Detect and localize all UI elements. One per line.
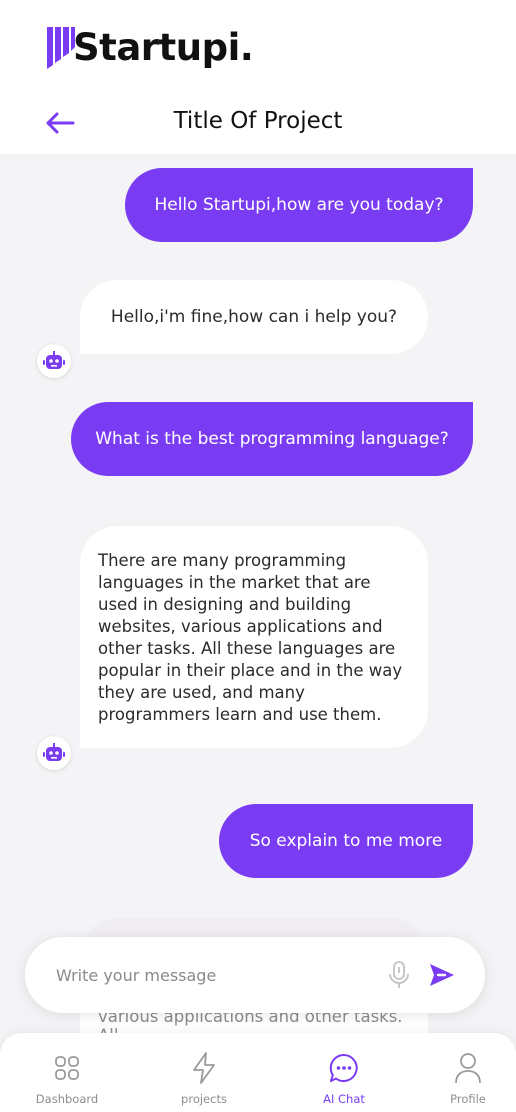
bot-avatar	[37, 736, 71, 770]
logo-mark-icon	[47, 27, 75, 69]
microphone-button[interactable]	[385, 960, 413, 990]
bottom-tab-bar: Dashboard projects AI Chat Profile	[0, 1033, 516, 1112]
bot-message: There are many programming languages in …	[80, 526, 428, 748]
tab-label: Profile	[450, 1092, 486, 1106]
chat-thread[interactable]: Hello Startupi,how are you today? Hello,…	[0, 154, 516, 1034]
tab-dashboard[interactable]: Dashboard	[17, 1033, 117, 1112]
top-bar: Startupi. Title Of Project	[0, 0, 516, 154]
bot-message: Hello,i'm fine,how can i help you?	[80, 280, 428, 354]
robot-icon	[43, 351, 65, 369]
user-message: What is the best programming language?	[71, 402, 473, 476]
message-composer	[25, 937, 485, 1013]
send-button[interactable]	[427, 960, 457, 990]
grid-icon	[54, 1051, 80, 1085]
tab-label: projects	[181, 1092, 227, 1106]
chat-bubble-icon	[329, 1051, 359, 1085]
lightning-icon	[191, 1051, 217, 1085]
user-message: So explain to me more	[219, 804, 473, 878]
tab-ai-chat[interactable]: AI Chat	[294, 1033, 394, 1112]
brand-logo: Startupi.	[47, 24, 254, 70]
tab-profile[interactable]: Profile	[418, 1033, 516, 1112]
brand-name: Startupi.	[73, 25, 254, 69]
tab-label: Dashboard	[35, 1092, 99, 1106]
send-icon	[430, 964, 454, 986]
user-icon	[454, 1051, 482, 1085]
user-message: Hello Startupi,how are you today?	[125, 168, 473, 242]
tab-projects[interactable]: projects	[154, 1033, 254, 1112]
bot-avatar	[37, 344, 71, 378]
robot-icon	[43, 743, 65, 761]
page-title: Title Of Project	[173, 108, 343, 134]
message-input[interactable]	[56, 965, 385, 985]
microphone-icon	[389, 961, 409, 988]
tab-label: AI Chat	[323, 1092, 365, 1106]
